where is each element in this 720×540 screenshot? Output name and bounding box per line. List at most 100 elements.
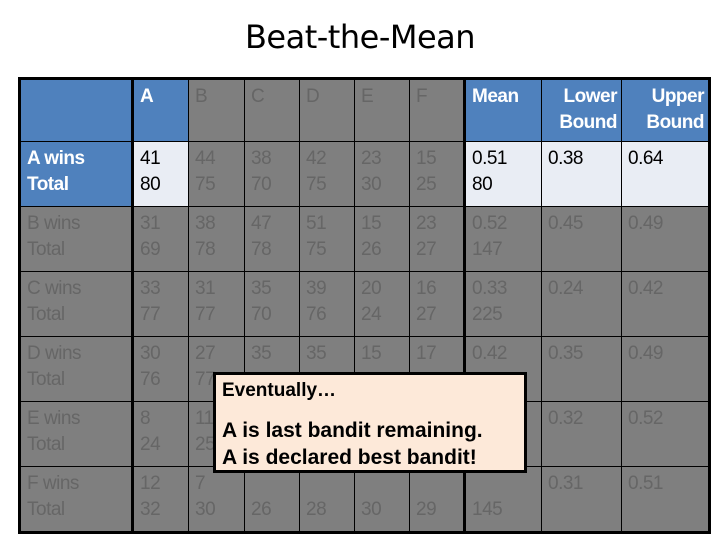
- upper-bound-cell-text: 0.49: [628, 343, 663, 364]
- data-cell: 38 78: [188, 206, 245, 272]
- lower-bound-cell: 0.38: [541, 141, 622, 207]
- row-label-text: A wins: [27, 148, 85, 169]
- row-label: C wins Total: [19, 271, 134, 337]
- column-header: F: [409, 78, 466, 142]
- data-cell-text: 78: [195, 239, 216, 260]
- lower-bound-cell-text: 0.38: [548, 148, 583, 169]
- upper-bound-cell: 0.51: [621, 466, 710, 533]
- data-cell-text: 35: [306, 343, 327, 364]
- data-cell-text: 12: [140, 473, 161, 494]
- upper-bound-cell: 0.49: [621, 336, 710, 402]
- column-header: Upper Bound: [621, 78, 710, 142]
- column-header-text: D: [306, 86, 320, 107]
- column-header-text: F: [416, 86, 428, 107]
- data-cell-text: 70: [251, 174, 272, 195]
- data-cell-text: 20: [361, 278, 382, 299]
- column-header-text: E: [361, 86, 374, 107]
- mean-cell-text: 0.52: [472, 213, 507, 234]
- column-header-text: C: [251, 86, 265, 107]
- data-cell-text: 76: [306, 304, 327, 325]
- upper-bound-cell: 0.49: [621, 206, 710, 272]
- data-cell-text: 42: [306, 148, 327, 169]
- lower-bound-cell-text: 0.31: [548, 473, 583, 494]
- mean-cell: 0.52 147: [464, 206, 542, 272]
- data-cell-text: 39: [306, 278, 327, 299]
- lower-bound-cell: 0.45: [541, 206, 622, 272]
- upper-bound-cell: 0.52: [621, 401, 710, 467]
- upper-bound-cell-text: 0.64: [628, 148, 663, 169]
- data-cell-text: 31: [140, 213, 161, 234]
- data-cell: 51 75: [299, 206, 355, 272]
- mean-cell-text: [472, 471, 537, 497]
- data-cell-text: 76: [140, 369, 161, 390]
- data-cell-text: 30: [140, 343, 161, 364]
- header-row: A B C D E F Mean Lower Bound Upper Bound: [19, 78, 710, 142]
- data-cell-text: 75: [195, 174, 216, 195]
- data-cell: 30: [354, 466, 410, 533]
- data-cell: 23 27: [409, 206, 466, 272]
- data-cell-text: 78: [251, 239, 272, 260]
- data-cell: 15 26: [354, 206, 410, 272]
- data-cell-text: [251, 471, 295, 497]
- mean-cell-text: 0.42: [472, 343, 507, 364]
- data-cell: 41 80: [132, 141, 189, 207]
- table-row: B wins Total 31 69 38 78 47 78 51 75 15 26 23 27 0.52 1…: [19, 206, 710, 272]
- data-cell-text: 23: [361, 148, 382, 169]
- lower-bound-cell-text: 0.24: [548, 278, 583, 299]
- data-cell: 12 32: [132, 466, 189, 533]
- data-cell-text: 32: [140, 499, 161, 520]
- data-cell: 28: [299, 466, 355, 533]
- column-header: Lower Bound: [541, 78, 622, 142]
- data-cell-text: 24: [361, 304, 382, 325]
- data-cell-text: 80: [140, 174, 161, 195]
- data-cell: 31 69: [132, 206, 189, 272]
- data-cell-text: 35: [251, 278, 272, 299]
- data-cell-text: 77: [195, 304, 216, 325]
- row-label-text: F wins: [27, 473, 79, 494]
- mean-cell-text: 225: [472, 304, 503, 325]
- data-cell: 42 75: [299, 141, 355, 207]
- row-label-text: C wins: [27, 278, 82, 299]
- column-header: E: [354, 78, 410, 142]
- column-header-text: Bound: [646, 112, 704, 133]
- data-cell-text: 41: [140, 148, 161, 169]
- table-row: A wins Total 41 80 44 75 38 70 42 75 23 30 15 25 0.51 8…: [19, 141, 710, 207]
- table-row: C wins Total 33 77 31 77 35 70 39 76 20 24 16 27 0.33 2…: [19, 271, 710, 337]
- data-cell-text: 69: [140, 239, 161, 260]
- mean-cell: 0.51 80: [464, 141, 542, 207]
- data-cell: 23 30: [354, 141, 410, 207]
- data-cell-text: 31: [195, 278, 216, 299]
- data-cell-text: 29: [416, 499, 437, 520]
- row-label-text: Total: [27, 434, 65, 455]
- data-cell-text: 17: [416, 343, 437, 364]
- lower-bound-cell: 0.31: [541, 466, 622, 533]
- callout-line-3: A is declared best bandit!: [222, 446, 477, 469]
- column-header: C: [244, 78, 300, 142]
- data-cell: 16 27: [409, 271, 466, 337]
- data-cell-text: 30: [361, 174, 382, 195]
- row-label-text: D wins: [27, 343, 82, 364]
- data-cell: 20 24: [354, 271, 410, 337]
- column-header-text: Mean: [472, 86, 519, 107]
- upper-bound-cell: 0.42: [621, 271, 710, 337]
- lower-bound-cell-text: 0.45: [548, 213, 583, 234]
- mean-cell-text: 147: [472, 239, 503, 260]
- data-cell-text: 24: [140, 434, 161, 455]
- column-header: [19, 78, 134, 142]
- upper-bound-cell-text: 0.49: [628, 213, 663, 234]
- data-cell: 15 25: [409, 141, 466, 207]
- data-cell-text: 44: [195, 148, 216, 169]
- data-cell-text: 27: [195, 343, 216, 364]
- upper-bound-cell: 0.64: [621, 141, 710, 207]
- data-cell: 33 77: [132, 271, 189, 337]
- data-cell: 29: [409, 466, 466, 533]
- data-cell: 8 24: [132, 401, 189, 467]
- data-cell-text: 23: [416, 213, 437, 234]
- data-cell-text: 15: [361, 213, 382, 234]
- data-cell-text: 33: [140, 278, 161, 299]
- column-header: D: [299, 78, 355, 142]
- mean-cell-text: 0.33: [472, 278, 507, 299]
- data-cell-text: 27: [416, 239, 437, 260]
- row-label: F wins Total: [19, 466, 134, 533]
- data-cell-text: 8: [140, 408, 151, 429]
